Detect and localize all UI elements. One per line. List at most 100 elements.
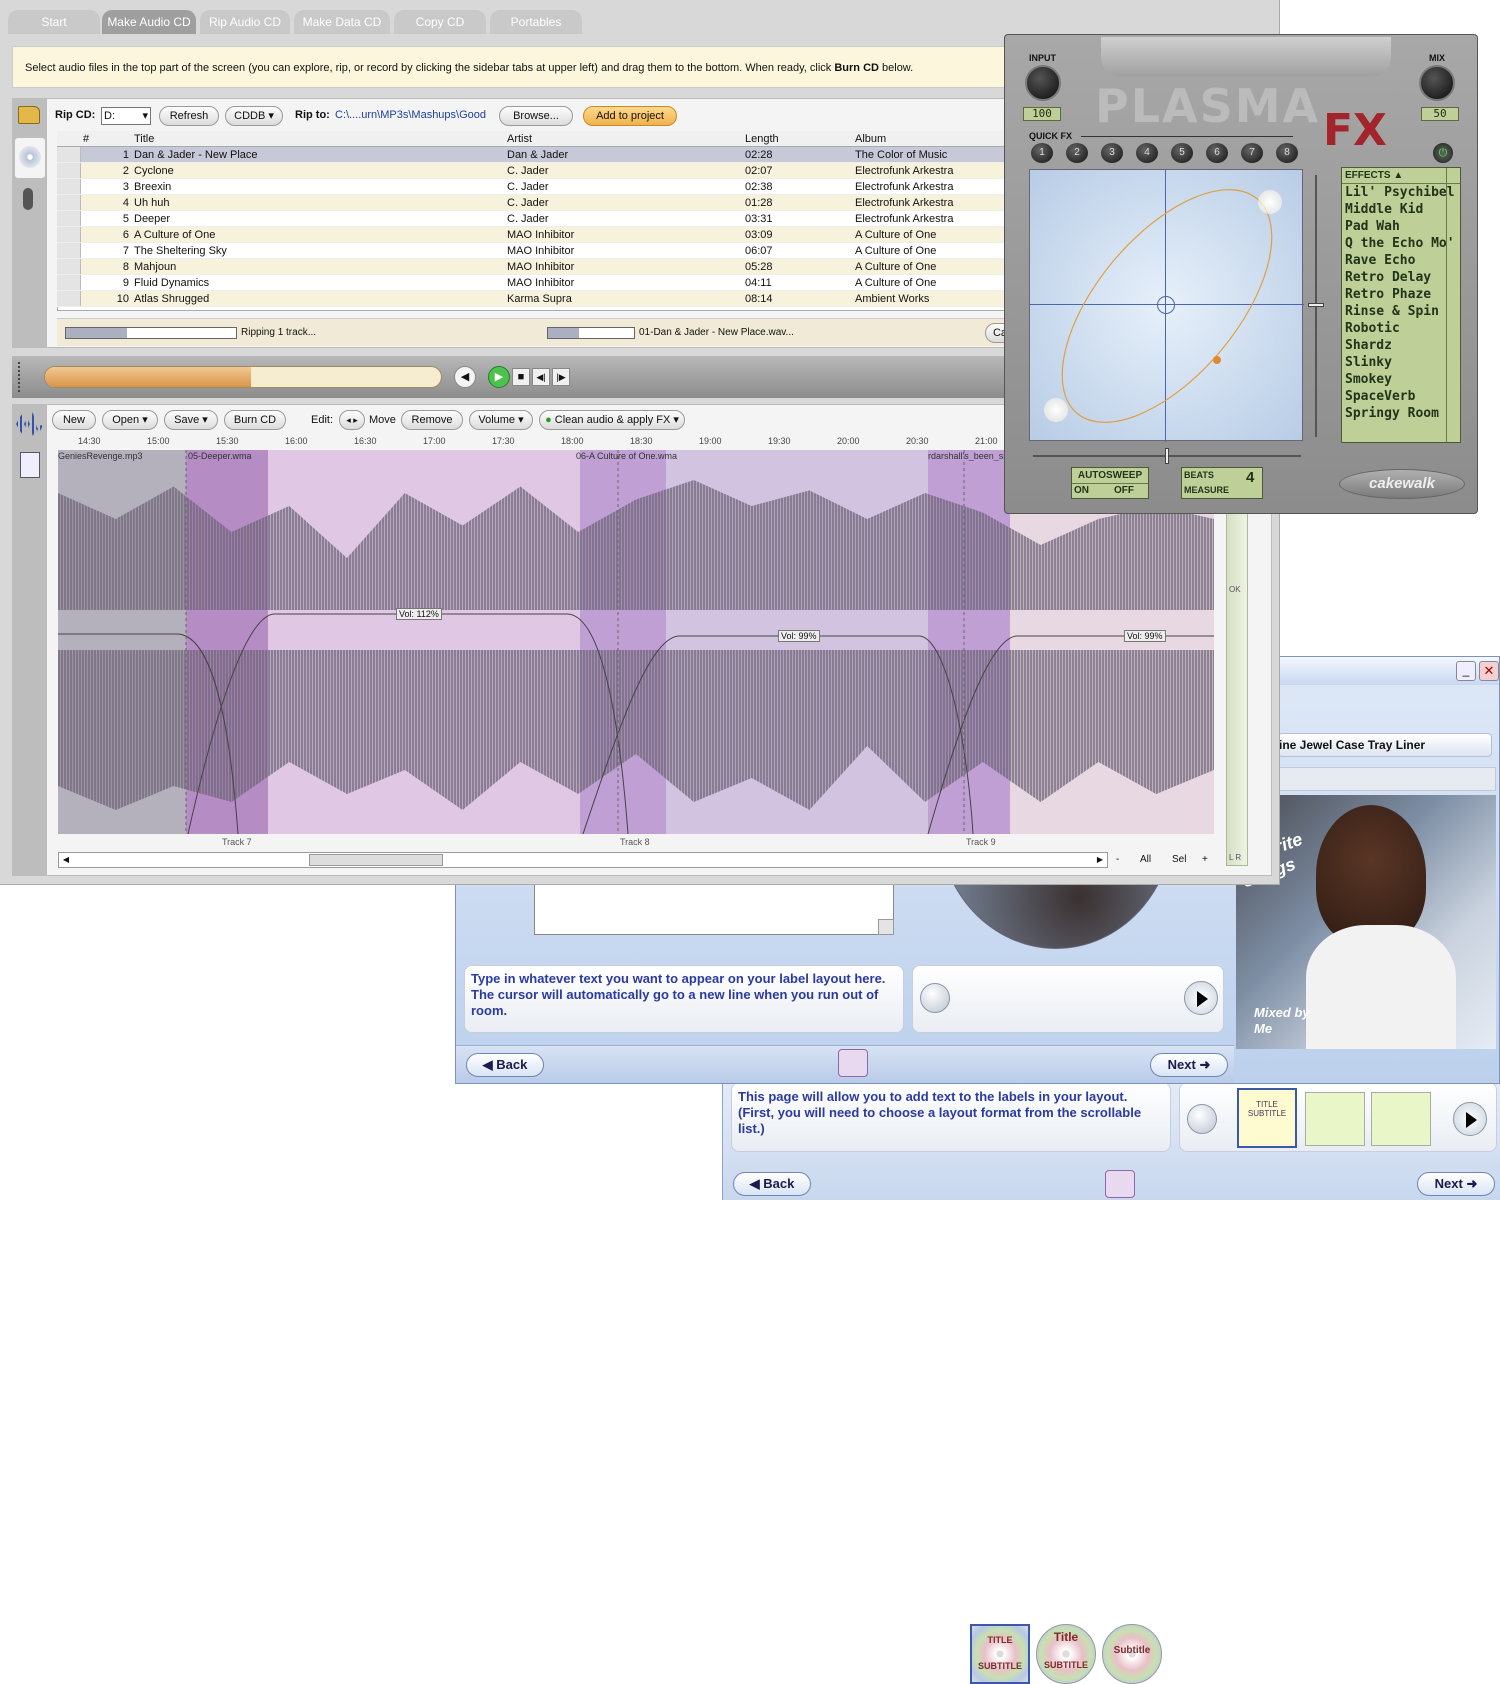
waveform-icon[interactable] bbox=[16, 412, 44, 436]
scroll-right-arrow[interactable]: ▶ bbox=[1093, 853, 1107, 867]
effects-scrollbar[interactable] bbox=[1446, 168, 1460, 442]
tab-rip-audio-cd[interactable]: Rip Audio CD bbox=[200, 10, 290, 34]
effect-item[interactable]: Retro Phaze bbox=[1342, 286, 1460, 303]
text-scrollbar[interactable] bbox=[878, 919, 894, 935]
x-slider[interactable] bbox=[1033, 448, 1301, 464]
volume-label-1[interactable]: Vol: 112% bbox=[396, 608, 442, 620]
close-button[interactable]: ✕ bbox=[1479, 661, 1499, 681]
header-album[interactable]: Album bbox=[855, 131, 886, 147]
microphone-icon[interactable] bbox=[23, 188, 33, 210]
cd-layout-2[interactable]: Title SUBTITLE bbox=[1036, 1624, 1096, 1684]
speaker-icon[interactable]: ◀ bbox=[454, 366, 476, 388]
zoom-out-button[interactable]: - bbox=[1116, 854, 1119, 865]
next-button-1[interactable]: Next ➜ bbox=[1150, 1053, 1228, 1077]
clean-audio-button[interactable]: ● Clean audio & apply FX ▾ bbox=[539, 410, 685, 430]
effect-item[interactable]: Rinse & Spin bbox=[1342, 303, 1460, 320]
drive-select[interactable]: D: ▾ bbox=[101, 107, 151, 125]
effects-header[interactable]: EFFECTS ▲ bbox=[1342, 168, 1460, 184]
zoom-in-button[interactable]: + bbox=[1202, 854, 1208, 865]
add-to-project-button[interactable]: Add to project bbox=[583, 106, 677, 126]
burn-cd-button[interactable]: Burn CD bbox=[224, 410, 286, 430]
cddb-button[interactable]: CDDB ▾ bbox=[225, 106, 283, 126]
autosweep-on[interactable]: ON bbox=[1074, 485, 1089, 496]
effect-item[interactable]: Rave Echo bbox=[1342, 252, 1460, 269]
scroll-left-button-1[interactable] bbox=[920, 983, 950, 1013]
effect-item[interactable]: Smokey bbox=[1342, 371, 1460, 388]
tab-portables[interactable]: Portables bbox=[490, 10, 582, 34]
folder-icon[interactable] bbox=[18, 106, 40, 124]
quick-fx-button-4[interactable]: 4 bbox=[1136, 143, 1158, 163]
disc-icon-2[interactable] bbox=[1105, 1170, 1135, 1198]
tab-start[interactable]: Start bbox=[8, 10, 100, 34]
tab-make-data-cd[interactable]: Make Data CD bbox=[294, 10, 390, 34]
cd-rip-icon[interactable] bbox=[15, 138, 45, 178]
effect-item[interactable]: Q the Echo Mo' bbox=[1342, 235, 1460, 252]
move-arrows-button[interactable]: ◂ ▸ bbox=[339, 410, 365, 430]
scroll-right-button-1[interactable] bbox=[1184, 981, 1218, 1015]
header-artist[interactable]: Artist bbox=[507, 131, 532, 147]
remove-button[interactable]: Remove bbox=[401, 410, 463, 430]
scroll-left-button-2[interactable] bbox=[1187, 1104, 1217, 1134]
effect-item[interactable]: Robotic bbox=[1342, 320, 1460, 337]
effect-item[interactable]: Retro Delay bbox=[1342, 269, 1460, 286]
playback-slider[interactable] bbox=[44, 366, 442, 388]
quick-fx-button-1[interactable]: 1 bbox=[1031, 143, 1053, 163]
quick-fx-button-7[interactable]: 7 bbox=[1241, 143, 1263, 163]
minimize-button[interactable]: _ bbox=[1456, 661, 1476, 681]
input-knob[interactable] bbox=[1025, 65, 1061, 101]
rip-path[interactable]: C:\....urn\MP3s\Mashups\Good bbox=[335, 109, 486, 121]
table-row[interactable]: 4 Uh huh C. Jader 01:28 Electrofunk Arkestra bbox=[57, 195, 1005, 211]
y-slider-thumb[interactable] bbox=[1308, 303, 1324, 307]
header-title[interactable]: Title bbox=[134, 131, 154, 147]
volume-label-3[interactable]: Vol: 99% bbox=[1124, 630, 1166, 642]
scroll-left-arrow[interactable]: ◀ bbox=[59, 853, 73, 867]
sweep-point-3[interactable] bbox=[1213, 356, 1221, 364]
table-row[interactable]: 10 Atlas Shrugged Karma Supra 08:14 Ambient … bbox=[57, 291, 1005, 307]
zoom-all-button[interactable]: All bbox=[1140, 854, 1151, 865]
open-button[interactable]: Open ▾ bbox=[102, 410, 158, 430]
effects-list[interactable]: EFFECTS ▲ Lil' Psychibel Middle Kid Pad Wa… bbox=[1341, 167, 1461, 443]
scroll-thumb[interactable] bbox=[309, 854, 443, 866]
sweep-point-1[interactable] bbox=[1258, 190, 1282, 214]
power-button[interactable]: ⏻ bbox=[1433, 143, 1453, 163]
table-row[interactable]: 9 Fluid Dynamics MAO Inhibitor 04:11 A Cultu… bbox=[57, 275, 1005, 291]
stop-button[interactable]: ■ bbox=[512, 368, 530, 386]
cd-layout-1[interactable]: TITLE SUBTITLE bbox=[970, 1624, 1030, 1684]
back-button-2[interactable]: ◀ Back bbox=[733, 1172, 811, 1196]
effect-item[interactable]: Pad Wah bbox=[1342, 218, 1460, 235]
volume-button[interactable]: Volume ▾ bbox=[469, 410, 533, 430]
scroll-right-button-2[interactable] bbox=[1453, 1102, 1487, 1136]
grip-icon[interactable] bbox=[18, 362, 22, 392]
quick-fx-button-8[interactable]: 8 bbox=[1276, 143, 1298, 163]
table-row[interactable]: 1 Dan & Jader - New Place Dan & Jader 02:28… bbox=[57, 147, 1005, 163]
horizontal-scrollbar[interactable]: ◀ ▶ bbox=[58, 852, 1108, 868]
table-row[interactable]: 6 A Culture of One MAO Inhibitor 03:09 A Cul… bbox=[57, 227, 1005, 243]
new-button[interactable]: New bbox=[52, 410, 96, 430]
quick-fx-button-6[interactable]: 6 bbox=[1206, 143, 1228, 163]
sweep-point-2[interactable] bbox=[1044, 398, 1068, 422]
table-row[interactable]: 8 Mahjoun MAO Inhibitor 05:28 A Culture of O… bbox=[57, 259, 1005, 275]
quick-fx-button-5[interactable]: 5 bbox=[1171, 143, 1193, 163]
tab-copy-cd[interactable]: Copy CD bbox=[394, 10, 486, 34]
quick-fx-button-3[interactable]: 3 bbox=[1101, 143, 1123, 163]
effect-item[interactable]: Slinky bbox=[1342, 354, 1460, 371]
next-button-2[interactable]: Next ➜ bbox=[1417, 1172, 1495, 1196]
effect-item[interactable]: Shardz bbox=[1342, 337, 1460, 354]
effect-item[interactable]: SpaceVerb bbox=[1342, 388, 1460, 405]
forward-button[interactable]: |▶ bbox=[552, 368, 570, 386]
effect-item[interactable]: Middle Kid bbox=[1342, 201, 1460, 218]
tab-make-audio-cd[interactable]: Make Audio CD bbox=[102, 10, 196, 34]
play-button[interactable]: ▶ bbox=[488, 366, 510, 388]
y-slider[interactable] bbox=[1308, 175, 1324, 437]
layout-thumb-c[interactable] bbox=[1371, 1092, 1431, 1146]
table-row[interactable]: 7 The Sheltering Sky MAO Inhibitor 06:07 A C… bbox=[57, 243, 1005, 259]
quick-fx-button-2[interactable]: 2 bbox=[1066, 143, 1088, 163]
table-row[interactable]: 5 Deeper C. Jader 03:31 Electrofunk Arkestra bbox=[57, 211, 1005, 227]
mix-knob[interactable] bbox=[1419, 65, 1455, 101]
layout-thumb-b[interactable] bbox=[1305, 1092, 1365, 1146]
back-button-1[interactable]: ◀ Back bbox=[466, 1053, 544, 1077]
effect-item[interactable]: Springy Room bbox=[1342, 405, 1460, 422]
zoom-sel-button[interactable]: Sel bbox=[1172, 854, 1186, 865]
header-length[interactable]: Length bbox=[745, 131, 779, 147]
cd-layout-3[interactable]: Subtitle bbox=[1102, 1624, 1162, 1684]
